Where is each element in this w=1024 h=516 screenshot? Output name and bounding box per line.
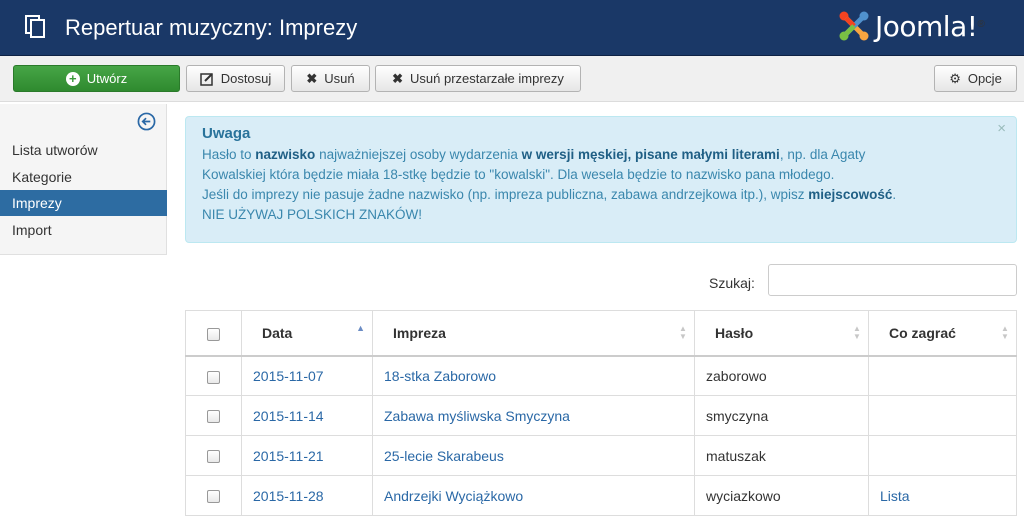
close-x-icon: ✖ <box>392 71 403 86</box>
event-link[interactable]: Andrzejki Wyciążkowo <box>384 488 523 504</box>
alert-message: Hasło to nazwisko najważniejszej osoby w… <box>202 145 1000 225</box>
new-button[interactable]: + Utwórz <box>13 65 180 92</box>
table-row: 2015-11-28 Andrzejki Wyciążkowo wyciazko… <box>185 475 1017 516</box>
column-header-event[interactable]: Impreza ▲ ▼ <box>372 310 695 357</box>
row-checkbox[interactable] <box>207 410 220 424</box>
sidebar-item-songs[interactable]: Lista utworów <box>0 137 167 163</box>
new-button-label: Utwórz <box>86 71 128 86</box>
event-cell: 18-stka Zaborowo <box>372 355 695 396</box>
column-header-label: Hasło <box>715 324 754 341</box>
alert-text: Hasło to <box>202 147 256 162</box>
column-header-label: Co zagrać <box>889 324 956 341</box>
sidebar-toggle-icon[interactable] <box>137 112 156 131</box>
column-header-label: Impreza <box>393 324 446 341</box>
sidebar-item-events[interactable]: Imprezy <box>0 190 167 216</box>
date-cell: 2015-11-07 <box>241 355 373 396</box>
event-link[interactable]: Zabawa myśliwska Smyczyna <box>384 408 570 424</box>
date-cell: 2015-11-28 <box>241 475 373 516</box>
delete-old-events-label: Usuń przestarzałe imprezy <box>410 71 564 86</box>
event-cell: 25-lecie Skarabeus <box>372 435 695 476</box>
sidebar: Lista utworów Kategorie Imprezy Import <box>0 104 167 255</box>
select-all-header <box>185 310 242 357</box>
events-table: Data ▲ Impreza ▲ ▼ Hasło ▲ ▼ Co zagrać ▲ ▼ … <box>185 310 1017 516</box>
row-checkbox[interactable] <box>207 370 220 384</box>
column-header-what-to-play[interactable]: Co zagrać ▲ ▼ <box>868 310 1017 357</box>
sort-ascending-icon: ▲ <box>356 323 365 333</box>
sidebar-item-import[interactable]: Import <box>0 217 167 243</box>
row-select-cell <box>185 475 242 516</box>
row-checkbox[interactable] <box>207 490 220 504</box>
edit-button-label: Dostosuj <box>220 71 272 86</box>
sidebar-item-categories[interactable]: Kategorie <box>0 164 167 190</box>
alert-text: Jeśli do imprezy nie pasuje żadne nazwis… <box>202 187 809 202</box>
event-link[interactable]: 18-stka Zaborowo <box>384 368 496 384</box>
copy-pages-icon <box>25 15 45 38</box>
what-to-play-cell <box>868 435 1017 476</box>
table-row: 2015-11-21 25-lecie Skarabeus matuszak <box>185 435 1017 476</box>
alert-bold: nazwisko <box>255 147 316 162</box>
table-header-row: Data ▲ Impreza ▲ ▼ Hasło ▲ ▼ Co zagrać ▲ ▼ <box>185 310 1017 357</box>
close-alert-button[interactable]: × <box>997 120 1006 137</box>
gear-icon: ⚙ <box>949 71 961 86</box>
edit-icon <box>199 72 213 86</box>
sort-both-icon: ▲ ▼ <box>853 324 861 341</box>
column-header-label: Data <box>262 324 293 341</box>
event-cell: Zabawa myśliwska Smyczyna <box>372 395 695 436</box>
event-link[interactable]: 25-lecie Skarabeus <box>384 448 504 464</box>
delete-button[interactable]: ✖ Usuń <box>291 65 370 92</box>
joomla-brand-text: Joomla! <box>875 9 978 43</box>
delete-button-label: Usuń <box>324 71 355 86</box>
info-alert: × Uwaga Hasło to nazwisko najważniejszej… <box>185 116 1017 243</box>
password-cell: wyciazkowo <box>694 475 869 516</box>
date-link[interactable]: 2015-11-21 <box>253 448 324 464</box>
close-x-icon: ✖ <box>306 71 318 86</box>
delete-old-events-button[interactable]: ✖ Usuń przestarzałe imprezy <box>375 65 581 92</box>
search-input[interactable] <box>768 264 1017 296</box>
date-cell: 2015-11-21 <box>241 435 373 476</box>
date-cell: 2015-11-14 <box>241 395 373 436</box>
password-cell: zaborowo <box>694 355 869 396</box>
alert-bold: w wersji męskiej, pisane małymi literami <box>521 147 780 162</box>
alert-text: , np. dla Agaty <box>779 147 866 162</box>
date-link[interactable]: 2015-11-07 <box>253 368 324 384</box>
alert-text: . <box>892 187 897 202</box>
column-header-date[interactable]: Data ▲ <box>241 310 373 357</box>
what-to-play-link[interactable]: Lista <box>880 488 910 504</box>
edit-button[interactable]: Dostosuj <box>186 65 285 92</box>
options-button[interactable]: ⚙ Opcje <box>934 65 1017 92</box>
alert-text: najważniejszej osoby wydarzenia <box>315 147 522 162</box>
joomla-logo[interactable]: Joomla! ® <box>836 8 985 44</box>
page-title: Repertuar muzyczny: Imprezy <box>65 15 358 40</box>
column-header-password[interactable]: Hasło ▲ ▼ <box>694 310 869 357</box>
header-bar: Repertuar muzyczny: Imprezy Joomla! ® <box>0 0 1024 56</box>
select-all-checkbox[interactable] <box>207 327 220 341</box>
alert-text: Kowalskiej która będzie miała 18-stkę bę… <box>202 167 835 182</box>
event-cell: Andrzejki Wyciążkowo <box>372 475 695 516</box>
password-cell: smyczyna <box>694 395 869 436</box>
sort-both-icon: ▲ ▼ <box>1001 324 1009 341</box>
what-to-play-cell <box>868 395 1017 436</box>
joomla-logo-icon <box>839 11 869 41</box>
search-label: Szukaj: <box>709 275 755 291</box>
alert-text: NIE UŻYWAJ POLSKICH ZNAKÓW! <box>202 207 423 222</box>
table-row: 2015-11-07 18-stka Zaborowo zaborowo <box>185 355 1017 396</box>
alert-heading: Uwaga <box>202 125 251 142</box>
row-select-cell <box>185 435 242 476</box>
options-button-label: Opcje <box>967 71 1002 86</box>
table-row: 2015-11-14 Zabawa myśliwska Smyczyna smy… <box>185 395 1017 436</box>
row-select-cell <box>185 395 242 436</box>
row-checkbox[interactable] <box>207 450 220 464</box>
plus-circle-icon: + <box>65 71 80 86</box>
what-to-play-cell <box>868 355 1017 396</box>
alert-bold: miejscowość <box>808 187 893 202</box>
date-link[interactable]: 2015-11-28 <box>253 488 324 504</box>
date-link[interactable]: 2015-11-14 <box>253 408 324 424</box>
what-to-play-cell: Lista <box>868 475 1017 516</box>
toolbar: + Utwórz Dostosuj ✖ Usuń ✖ Usuń przestar… <box>0 56 1024 102</box>
row-select-cell <box>185 355 242 396</box>
sort-both-icon: ▲ ▼ <box>679 324 687 341</box>
password-cell: matuszak <box>694 435 869 476</box>
registered-mark: ® <box>977 18 985 30</box>
